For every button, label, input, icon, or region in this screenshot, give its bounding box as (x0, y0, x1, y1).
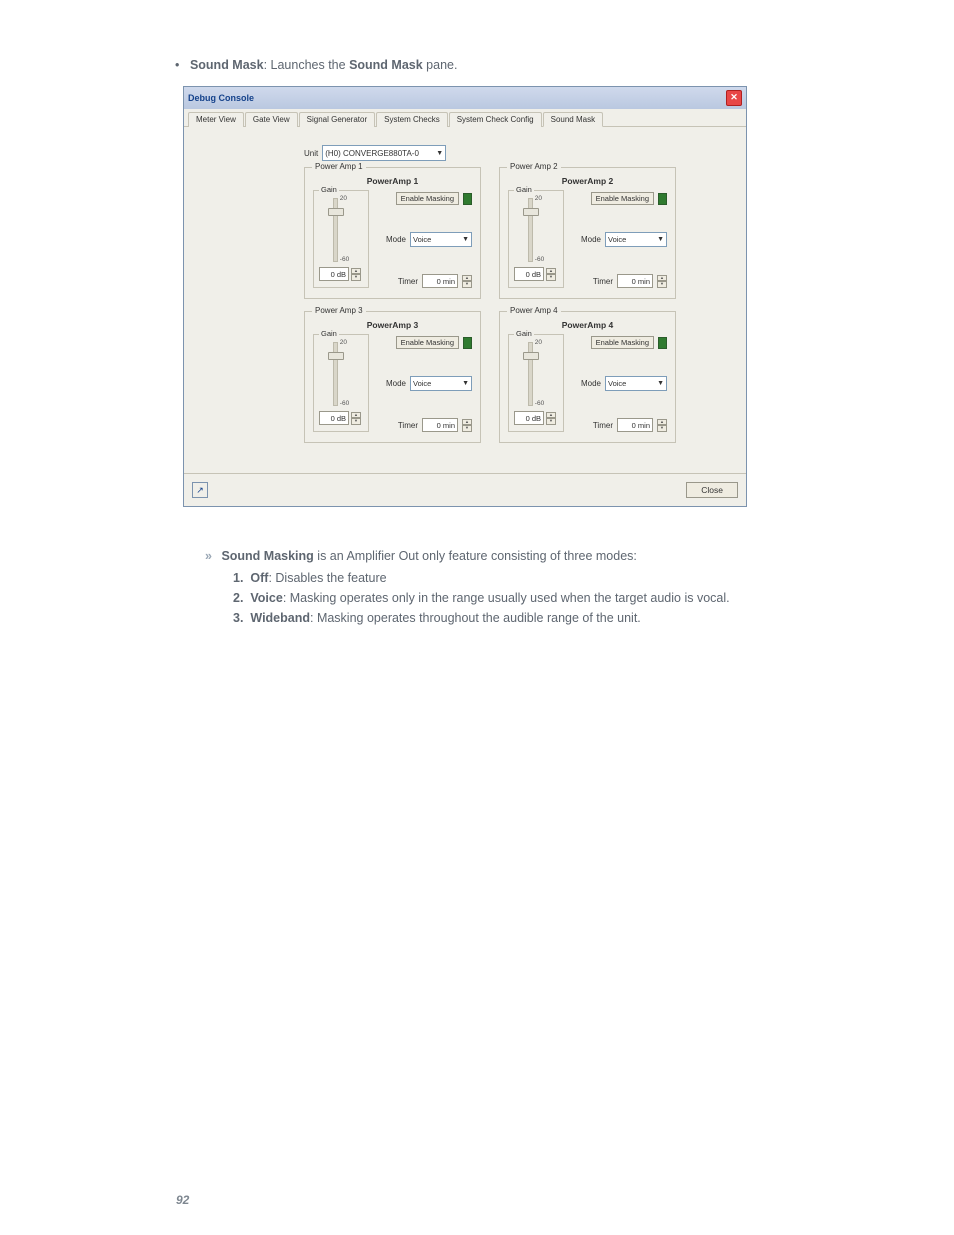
power-amp-2-group: Power Amp 2 PowerAmp 2 Gain 20 -60 (499, 167, 676, 299)
debug-console-dialog: Debug Console ✕ Meter View Gate View Sig… (183, 86, 747, 507)
mode-label: Mode (386, 379, 406, 388)
tab-signal-generator[interactable]: Signal Generator (299, 112, 375, 127)
tab-sound-mask[interactable]: Sound Mask (543, 112, 603, 127)
chevron-down-icon: ▼ (654, 380, 664, 387)
gain-slider[interactable] (333, 342, 338, 406)
mode-label: Mode (581, 379, 601, 388)
enable-masking-button[interactable]: Enable Masking (396, 336, 459, 349)
masking-led-icon (463, 193, 472, 205)
timer-label: Timer (398, 421, 418, 430)
gain-box: Gain 20 -60 0 dB (313, 190, 369, 288)
mode-select[interactable]: Voice▼ (410, 376, 472, 391)
enable-masking-button[interactable]: Enable Masking (591, 336, 654, 349)
intro-bullet: • Sound Mask: Launches the Sound Mask pa… (175, 58, 854, 72)
timer-value[interactable]: 0 min (617, 418, 653, 432)
mode-select[interactable]: Voice▼ (605, 232, 667, 247)
gain-stepper[interactable]: ▲▼ (546, 412, 556, 425)
body-text: » Sound Masking is an Amplifier Out only… (205, 547, 854, 628)
chevron-down-icon: ▼ (433, 150, 443, 157)
tab-gate-view[interactable]: Gate View (245, 112, 298, 127)
pane-body: Unit (H0) CONVERGE880TA-0 ▼ Power Amp 1 … (184, 127, 746, 473)
gain-box: Gain 20 -60 0 dB (508, 190, 564, 288)
close-button[interactable]: Close (686, 482, 738, 498)
enable-masking-button[interactable]: Enable Masking (591, 192, 654, 205)
timer-value[interactable]: 0 min (617, 274, 653, 288)
mode-select[interactable]: Voice▼ (605, 376, 667, 391)
gain-slider[interactable] (528, 342, 533, 406)
page-number: 92 (176, 1193, 189, 1207)
enable-masking-button[interactable]: Enable Masking (396, 192, 459, 205)
gain-stepper[interactable]: ▲▼ (351, 412, 361, 425)
list-item: 3. Wideband: Masking operates throughout… (233, 609, 854, 627)
timer-stepper[interactable]: ▲▼ (657, 275, 667, 288)
close-icon[interactable]: ✕ (726, 90, 742, 106)
mode-label: Mode (386, 235, 406, 244)
chevron-down-icon: ▼ (459, 380, 469, 387)
gain-stepper[interactable]: ▲▼ (351, 268, 361, 281)
mode-select[interactable]: Voice▼ (410, 232, 472, 247)
tab-system-check-config[interactable]: System Check Config (449, 112, 542, 127)
chevron-down-icon: ▼ (459, 236, 469, 243)
timer-stepper[interactable]: ▲▼ (657, 419, 667, 432)
gain-value[interactable]: 0 dB (514, 267, 544, 281)
lead-bold: Sound Mask (190, 58, 264, 72)
power-amp-4-group: Power Amp 4 PowerAmp 4 Gain 20 -60 (499, 311, 676, 443)
titlebar: Debug Console ✕ (184, 87, 746, 109)
mode-label: Mode (581, 235, 601, 244)
timer-label: Timer (593, 277, 613, 286)
gain-box: Gain 20 -60 0 dB (508, 334, 564, 432)
tabstrip: Meter View Gate View Signal Generator Sy… (184, 109, 746, 127)
popout-icon[interactable]: ↗ (192, 482, 208, 498)
masking-led-icon (463, 337, 472, 349)
gain-stepper[interactable]: ▲▼ (546, 268, 556, 281)
gain-value[interactable]: 0 dB (319, 267, 349, 281)
chevron-icon: » (205, 549, 212, 563)
power-amp-3-group: Power Amp 3 PowerAmp 3 Gain 20 -60 (304, 311, 481, 443)
masking-led-icon (658, 337, 667, 349)
timer-value[interactable]: 0 min (422, 274, 458, 288)
gain-slider[interactable] (528, 198, 533, 262)
gain-value[interactable]: 0 dB (514, 411, 544, 425)
tab-meter-view[interactable]: Meter View (188, 112, 244, 127)
chevron-down-icon: ▼ (654, 236, 664, 243)
timer-stepper[interactable]: ▲▼ (462, 419, 472, 432)
list-item: 2. Voice: Masking operates only in the r… (233, 589, 854, 607)
timer-value[interactable]: 0 min (422, 418, 458, 432)
tab-system-checks[interactable]: System Checks (376, 112, 448, 127)
window-title: Debug Console (188, 93, 254, 103)
timer-label: Timer (593, 421, 613, 430)
unit-label: Unit (304, 149, 318, 158)
gain-slider[interactable] (333, 198, 338, 262)
unit-select[interactable]: (H0) CONVERGE880TA-0 ▼ (322, 145, 446, 161)
gain-box: Gain 20 -60 0 dB (313, 334, 369, 432)
timer-stepper[interactable]: ▲▼ (462, 275, 472, 288)
masking-led-icon (658, 193, 667, 205)
gain-value[interactable]: 0 dB (319, 411, 349, 425)
power-amp-1-group: Power Amp 1 PowerAmp 1 Gain 20 -60 (304, 167, 481, 299)
timer-label: Timer (398, 277, 418, 286)
list-item: 1. Off: Disables the feature (233, 569, 854, 587)
